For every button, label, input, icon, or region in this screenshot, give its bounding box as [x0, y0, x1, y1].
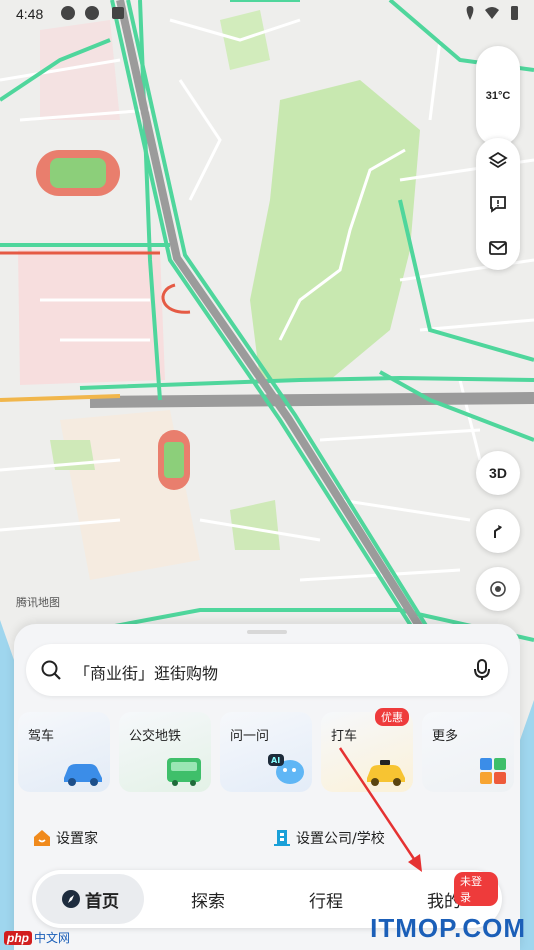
itmop-watermark: ITMOP.COM — [370, 913, 526, 943]
voice-search-icon[interactable] — [472, 658, 494, 682]
quick-actions-row: 驾车 公交地铁 问一问 AI 打车 优惠 更多 — [18, 708, 518, 794]
apps-grid-icon — [480, 758, 506, 784]
compass-button[interactable] — [476, 509, 520, 553]
svg-text:AI: AI — [271, 756, 280, 765]
report-button[interactable] — [476, 182, 520, 226]
quick-action-transit[interactable]: 公交地铁 — [119, 712, 211, 792]
php-cn-watermark: php 中文网 — [4, 929, 70, 946]
compass-icon — [62, 890, 80, 908]
map-tools-panel — [476, 138, 520, 270]
quick-action-label: 问一问 — [230, 729, 270, 744]
location-icon — [466, 6, 474, 20]
battery-icon — [511, 6, 518, 20]
locate-me-button[interactable] — [476, 567, 520, 611]
weather-widget[interactable]: 31°C — [476, 46, 520, 146]
building-icon — [274, 830, 290, 846]
bus-icon — [167, 758, 201, 786]
set-home-shortcut[interactable]: 设置家 — [32, 828, 98, 848]
quick-action-ask[interactable]: 问一问 AI — [220, 712, 312, 792]
bottom-sheet: 「商业街」逛街购物 驾车 公交地铁 问一问 AI 打车 优惠 更多 设置家 设置… — [14, 624, 520, 950]
weather-temperature: 31°C — [485, 90, 511, 102]
search-placeholder: 「商业街」逛街购物 — [74, 664, 219, 683]
accessibility-icon — [112, 7, 124, 19]
tab-home[interactable]: 首页 — [36, 874, 144, 924]
mail-icon — [489, 241, 507, 255]
quick-action-drive[interactable]: 驾车 — [18, 712, 110, 792]
php-cn-text: 中文网 — [34, 931, 71, 945]
tab-label: 探索 — [191, 891, 225, 912]
tab-label: 行程 — [309, 891, 343, 912]
tab-label: 首页 — [85, 891, 119, 912]
status-bar: 4:48 — [0, 0, 534, 30]
locate-icon — [490, 581, 506, 597]
status-time: 4:48 — [16, 6, 44, 22]
tab-explore[interactable]: 探索 — [154, 870, 262, 928]
navigation-arrow-icon — [494, 525, 502, 538]
home-icon — [34, 830, 50, 846]
app-notification-icon — [61, 6, 75, 20]
app-notification-icon — [85, 6, 99, 20]
wifi-icon — [485, 7, 499, 19]
search-bar[interactable]: 「商业街」逛街购物 — [26, 644, 508, 696]
layers-icon — [488, 151, 508, 169]
not-logged-in-badge: 未登录 — [454, 872, 498, 906]
quick-action-label: 驾车 — [28, 729, 55, 744]
ai-assistant-icon: AI — [268, 754, 304, 784]
car-icon — [64, 764, 102, 786]
feedback-icon — [490, 196, 506, 213]
set-home-label: 设置家 — [56, 831, 98, 847]
quick-action-more[interactable]: 更多 — [422, 712, 514, 792]
map-provider-watermark: 腾讯地图 — [16, 596, 60, 609]
php-logo: php — [4, 930, 32, 945]
annotation-arrow — [338, 747, 422, 872]
layers-button[interactable] — [476, 138, 520, 182]
quick-action-label: 更多 — [432, 729, 459, 744]
search-icon — [41, 660, 61, 680]
promo-badge: 优惠 — [375, 708, 409, 726]
quick-action-label: 公交地铁 — [129, 729, 182, 744]
messages-button[interactable] — [476, 226, 520, 270]
sheet-drag-handle[interactable] — [247, 630, 287, 634]
toggle-3d-button[interactable]: 3D — [476, 451, 520, 495]
